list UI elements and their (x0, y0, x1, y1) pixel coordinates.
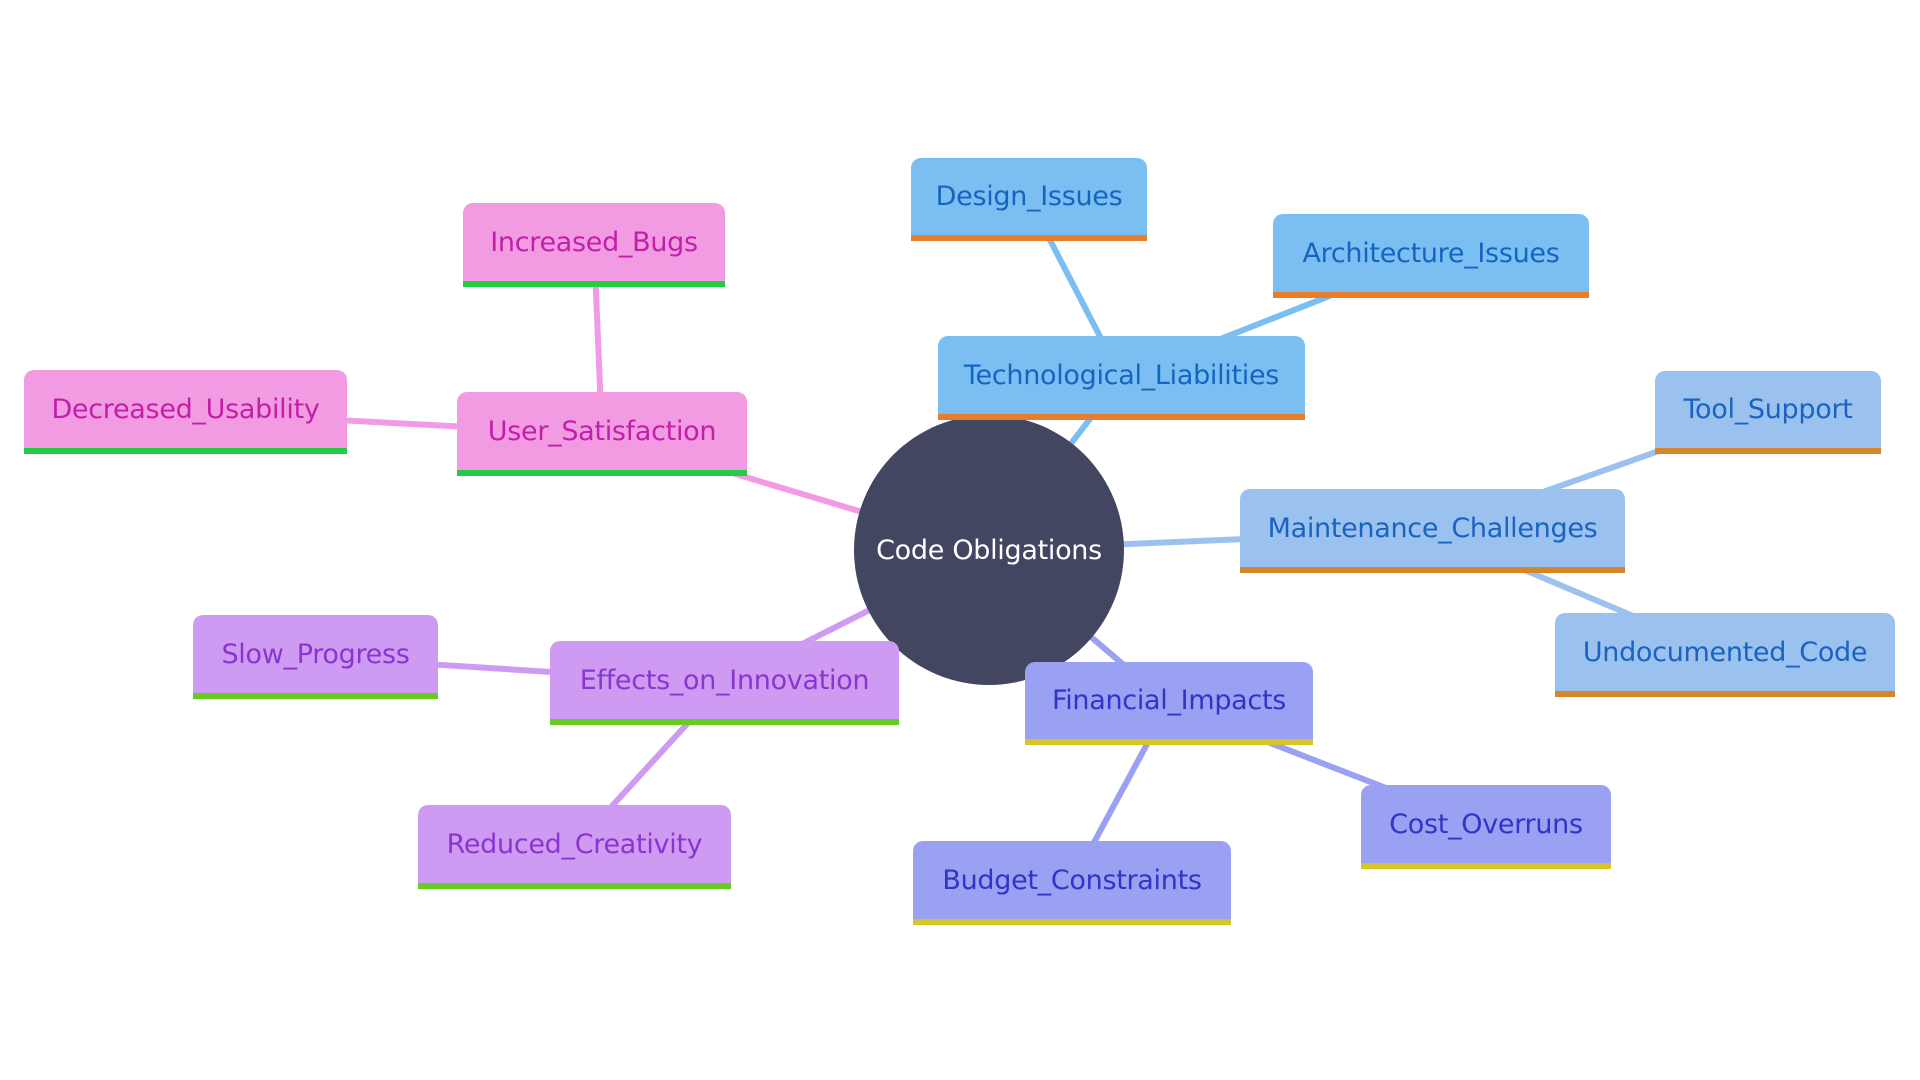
node-cost-overruns[interactable]: Cost_Overruns (1361, 785, 1611, 869)
node-underline (1361, 863, 1611, 869)
node-budget-constraints[interactable]: Budget_Constraints (913, 841, 1231, 925)
node-underline (24, 448, 347, 454)
node-underline (911, 235, 1147, 241)
node-underline (550, 719, 899, 725)
node-underline (1555, 691, 1895, 697)
node-underline (913, 919, 1231, 925)
node-label: Architecture_Issues (1302, 237, 1560, 269)
node-underline (1025, 739, 1313, 745)
node-decreased-usability[interactable]: Decreased_Usability (24, 370, 347, 454)
node-tool-support[interactable]: Tool_Support (1655, 371, 1881, 454)
node-design-issues[interactable]: Design_Issues (911, 158, 1147, 241)
node-underline (457, 470, 747, 476)
root-label: Code Obligations (876, 534, 1102, 566)
node-label: User_Satisfaction (487, 415, 717, 447)
node-financial-impacts[interactable]: Financial_Impacts (1025, 662, 1313, 745)
node-effects-on-innovation[interactable]: Effects_on_Innovation (550, 641, 899, 725)
node-underline (463, 281, 725, 287)
node-underline (938, 414, 1305, 420)
node-underline (418, 883, 731, 889)
node-label: Slow_Progress (221, 638, 410, 670)
node-architecture-issues[interactable]: Architecture_Issues (1273, 214, 1589, 298)
node-label: Budget_Constraints (942, 864, 1202, 896)
node-label: Effects_on_Innovation (579, 664, 870, 696)
node-underline (193, 693, 438, 699)
node-increased-bugs[interactable]: Increased_Bugs (463, 203, 725, 287)
node-label: Decreased_Usability (51, 393, 320, 425)
node-underline (1273, 292, 1589, 298)
node-underline (1655, 448, 1881, 454)
node-label: Technological_Liabilities (963, 359, 1280, 391)
node-technological-liabilities[interactable]: Technological_Liabilities (938, 336, 1305, 420)
node-underline (1240, 567, 1625, 573)
node-label: Financial_Impacts (1051, 685, 1287, 716)
node-label: Tool_Support (1683, 394, 1853, 425)
node-user-satisfaction[interactable]: User_Satisfaction (457, 392, 747, 476)
node-slow-progress[interactable]: Slow_Progress (193, 615, 438, 699)
node-label: Undocumented_Code (1582, 636, 1868, 668)
node-reduced-creativity[interactable]: Reduced_Creativity (418, 805, 731, 889)
node-undocumented-code[interactable]: Undocumented_Code (1555, 613, 1895, 697)
node-label: Design_Issues (935, 181, 1123, 212)
node-label: Cost_Overruns (1389, 808, 1583, 840)
node-maintenance-challenges[interactable]: Maintenance_Challenges (1240, 489, 1625, 573)
node-label: Reduced_Creativity (446, 828, 703, 860)
node-label: Maintenance_Challenges (1267, 512, 1598, 544)
node-label: Increased_Bugs (490, 226, 698, 258)
